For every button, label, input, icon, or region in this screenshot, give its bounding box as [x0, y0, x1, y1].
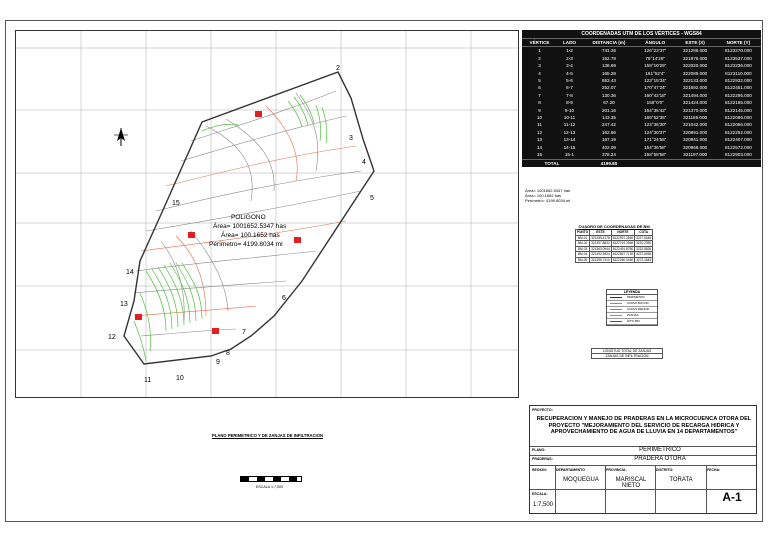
vertex-label: 13: [120, 301, 128, 308]
scale-bar: [240, 474, 302, 482]
pradera-value: PRADERA OTORA: [634, 456, 686, 462]
table-header: ESTE (X): [674, 39, 716, 48]
area-note: Perímetro= 4199.8034 ml: [525, 198, 571, 203]
vertex-label: 6: [282, 295, 286, 302]
distrito-value: TORATA: [669, 477, 693, 483]
vertex-label: 9: [216, 359, 220, 366]
polygon-area-ha: Área= 100.1652 has: [221, 230, 280, 239]
vertex-label: 14: [126, 269, 134, 276]
table-row: 13 13-14 167.19 171°24'55" 320941.000 8122407…: [536, 137, 752, 143]
provincia-value: MARISCAL NIETO: [615, 477, 647, 489]
region-label: REGION:: [532, 468, 547, 472]
escala-value: 1:7,500: [533, 502, 554, 508]
table-row: 11 11-12 247.42 123°36'30" 321042.000 8122056…: [537, 122, 752, 128]
plano-value: PERIMETRICO: [639, 447, 681, 453]
departamento-label: DEPARTAMENTO: [556, 468, 585, 472]
area-notes: Área= 1001652.5347 has Área= 100.1652 ha…: [525, 188, 570, 203]
vertex-label: 15: [172, 200, 180, 207]
table-header: DISTANCIA (m): [581, 39, 636, 48]
zanjas-total-box: LONGITUD TOTAL DE ZANJAS ZANJAS DE INFIL…: [591, 348, 663, 359]
vertex-label: 11: [144, 377, 151, 384]
plan-title: PLANO PERIMETRICO Y DE ZANJAS DE INFILTR…: [212, 433, 323, 438]
table-row: BM-01 321289.4176 8122937.2660 3227.6046: [574, 234, 654, 241]
table-row: 15 15-1 378.24 158°58'58" 321197.000 8122903.…: [536, 152, 752, 158]
table-row: 3 3-4 136.69 158°10'29" 322020.000 8123236.00…: [538, 63, 752, 69]
escala-label: ESCALA:: [532, 492, 548, 496]
praderas-label: PRADERAS:: [532, 457, 553, 461]
north-arrow-icon: [114, 128, 128, 146]
vertex-label: 8: [226, 350, 230, 357]
polygon-area-m2: Área= 1001652.5347 has: [213, 221, 287, 230]
table-row: 2 2-3 152.78 76°14'28" 321976.000 8123537.000: [538, 55, 752, 61]
proyecto-label: PROYECTO:: [532, 408, 553, 412]
table-row: 6 6-7 252.07 170°47'24" 321692.000 8122451.00…: [538, 85, 752, 91]
provincia-label: PROVINCIA:: [606, 468, 627, 472]
table-row: BM-03 321363.0944 8122491.8780 3232.8826: [574, 245, 654, 252]
title-block: PROYECTO: RECUPERACION Y MANEJO DE PRADE…: [529, 405, 757, 514]
table-row: 5 5-6 653.43 123°15'34" 322133.000 8122932.00…: [538, 78, 752, 84]
table-row: 1 1-2 741.26 126°23'37" 321286.000 8123270.00…: [538, 48, 752, 54]
coordinates-title: COORDENADAS UTM DE LOS VÉRTICES - WGS84: [522, 30, 761, 39]
vertex-label: 12: [108, 334, 116, 341]
bm-table-title: CUADRO DE COORDENADAS DE BM: [578, 224, 650, 229]
table-header: ÁNGULO: [636, 39, 675, 48]
plano-label: PLANO:: [532, 448, 546, 452]
departamento-value: MOQUEGUA: [563, 477, 599, 483]
fecha-label: FECHA:: [707, 468, 721, 472]
table-header: NORTE (Y): [715, 39, 761, 48]
map-frame: 2 3 4 5 6 7 8 9 10 11 12 13 14 15 POLIGO…: [15, 30, 519, 398]
table-row: 12 12-13 162.86 124°30'37" 320891.000 8122252…: [536, 129, 752, 135]
project-title: RECUPERACION Y MANEJO DE PRADERAS EN LA …: [536, 416, 752, 436]
polygon-perimeter: Perímetro= 4199.8034 ml: [209, 241, 283, 248]
vertex-label: 10: [176, 375, 184, 382]
bm-coordinates-table: CUADRO DE COORDENADAS DE BM PUNTO ESTE NOR…: [574, 224, 654, 263]
polygon-name: POLIGONO: [231, 214, 266, 221]
sheet-number: A-1: [722, 490, 742, 504]
scale-bar-label: ESCALA 1:7,500: [256, 485, 283, 489]
table-row: 7 7-8 130.36 160°42'18" 321494.000 8122295.00…: [538, 92, 752, 98]
distrito-label: DISTRITO:: [656, 468, 674, 472]
table-row: 8 8-9 67.20 159°0'0" 321424.000 8122185.000: [538, 100, 752, 106]
contour-map: 2 3 4 5 6 7 8 9 10 11 12 13 14 15 POLIGO…: [16, 31, 518, 397]
table-row: 10 10-11 143.35 166°52'35" 321185.000 8122066…: [536, 115, 752, 121]
grid-lines: [16, 31, 518, 397]
vertex-label: 5: [370, 195, 374, 202]
table-row: BM-05 321395.7410 8122250.0460 3272.1845: [574, 256, 654, 263]
vertex-label: 4: [362, 159, 366, 166]
table-header: VÉRTICE: [522, 39, 558, 48]
table-total-row: TOTAL 4199.80: [522, 158, 761, 167]
vertex-label: 7: [242, 329, 246, 336]
legend-item: HITO BM: [607, 319, 657, 325]
table-row: 9 9-10 201.16 164°35'42" 321370.000 8122145.0…: [538, 107, 752, 113]
table-row: BM-02 321357.8832 8122719.3960 3220.2390: [574, 240, 654, 247]
zanjas-total-value: ZANJAS DE INFILTRACION: [605, 354, 649, 358]
table-row: 4 4-5 165.28 161°52'4" 322089.000 8123110.000: [538, 70, 752, 76]
table-header: LADO: [557, 39, 582, 48]
vertex-label: 2: [336, 65, 340, 72]
table-row: 14 14-15 402.09 154°36'58" 320968.000 8122572…: [536, 144, 752, 150]
coordinates-table: COORDENADAS UTM DE LOS VÉRTICES - WGS84 …: [522, 30, 761, 167]
table-row: BM-04 321492.5904 8122567.7130 3237.6936: [574, 251, 654, 258]
vertex-label: 3: [349, 135, 353, 142]
legend: LEYENDA PERIMETRO CURVA MAYOR CURVA MENOR Z…: [606, 289, 658, 326]
